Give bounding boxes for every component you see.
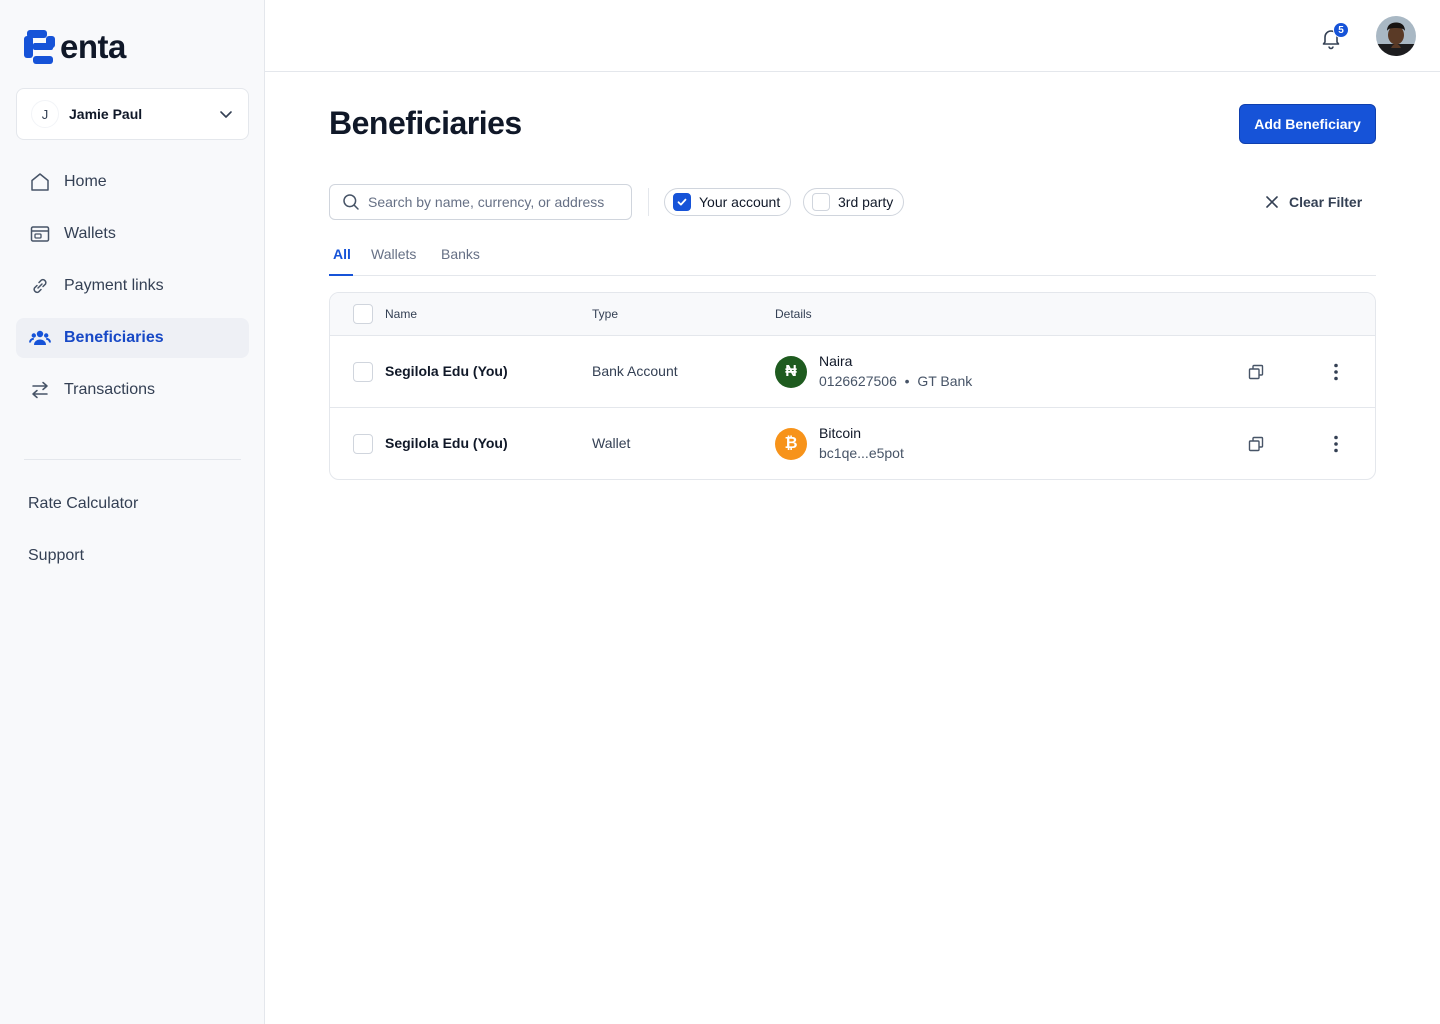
clear-filter-label: Clear Filter xyxy=(1289,194,1363,210)
sidebar-item-label: Home xyxy=(64,173,107,190)
table-row[interactable]: Segilola Edu (You) Wallet ₿ Bitcoin bc1q… xyxy=(330,408,1375,479)
beneficiary-name: Segilola Edu (You) xyxy=(385,363,508,379)
more-vertical-icon[interactable] xyxy=(1327,362,1345,382)
row-checkbox[interactable] xyxy=(353,434,373,454)
filter-label: 3rd party xyxy=(838,194,894,210)
top-bar: 5 xyxy=(265,0,1440,72)
column-header-name: Name xyxy=(385,307,418,321)
column-header-type: Type xyxy=(592,307,619,321)
brand-name: enta xyxy=(60,28,126,65)
search-input[interactable] xyxy=(368,194,618,210)
table-header: Name Type Details xyxy=(330,293,1375,336)
sidebar-item-wallets[interactable]: Wallets xyxy=(16,214,249,254)
tab-wallets[interactable]: Wallets xyxy=(371,240,416,276)
account-details: 0126627506 • GT Bank xyxy=(819,373,973,389)
currency-name: Bitcoin xyxy=(819,425,862,441)
page-title: Beneficiaries xyxy=(329,105,522,141)
table-row[interactable]: Segilola Edu (You) Bank Account ₦ Naira … xyxy=(330,336,1375,408)
filter-label: Your account xyxy=(699,194,781,210)
clear-filter-button[interactable]: Clear Filter xyxy=(1264,192,1362,212)
beneficiary-type: Wallet xyxy=(592,435,631,451)
more-vertical-icon[interactable] xyxy=(1327,434,1345,454)
sidebar-item-support[interactable]: Support xyxy=(28,536,138,576)
sidebar-item-rate-calculator[interactable]: Rate Calculator xyxy=(28,484,138,524)
beneficiary-type: Bank Account xyxy=(592,363,678,379)
copy-icon[interactable] xyxy=(1247,363,1265,381)
sidebar-item-payment-links[interactable]: Payment links xyxy=(16,266,249,306)
user-photo-icon xyxy=(1376,16,1416,56)
column-header-details: Details xyxy=(775,307,812,321)
sidebar-divider xyxy=(24,459,241,460)
copy-icon[interactable] xyxy=(1247,435,1265,453)
enta-logo-icon xyxy=(24,30,55,64)
sidebar: enta J Jamie Paul Home Wallets Payment l… xyxy=(0,0,265,1024)
checkbox-checked[interactable] xyxy=(673,193,691,211)
sidebar-item-beneficiaries[interactable]: Beneficiaries xyxy=(16,318,249,358)
sidebar-item-transactions[interactable]: Transactions xyxy=(16,370,249,410)
currency-name: Naira xyxy=(819,353,853,369)
brand-logo[interactable]: enta xyxy=(24,30,126,64)
account-name: Jamie Paul xyxy=(69,106,143,122)
wallet-address: bc1qe...e5pot xyxy=(819,445,904,461)
search-box[interactable] xyxy=(329,184,632,220)
beneficiary-name: Segilola Edu (You) xyxy=(385,435,508,451)
notification-badge: 5 xyxy=(1333,22,1349,38)
chevron-down-icon xyxy=(220,111,232,118)
account-avatar: J xyxy=(31,100,59,128)
tab-all[interactable]: All xyxy=(329,240,353,276)
secondary-nav: Rate Calculator Support xyxy=(28,484,138,588)
account-switcher[interactable]: J Jamie Paul xyxy=(16,88,249,140)
sidebar-item-home[interactable]: Home xyxy=(16,162,249,202)
check-icon xyxy=(677,198,687,206)
tab-bar: All Wallets Banks xyxy=(329,240,1376,276)
sidebar-item-label: Wallets xyxy=(64,225,116,242)
home-icon xyxy=(28,170,52,194)
naira-icon: ₦ xyxy=(775,356,807,388)
bitcoin-icon: ₿ xyxy=(775,428,807,460)
users-icon xyxy=(28,326,52,350)
checkbox-unchecked[interactable] xyxy=(812,193,830,211)
select-all-checkbox[interactable] xyxy=(353,304,373,324)
search-icon xyxy=(343,194,359,210)
sidebar-item-label: Beneficiaries xyxy=(64,329,164,346)
wallet-icon xyxy=(28,222,52,246)
sidebar-item-label: Payment links xyxy=(64,277,164,294)
row-checkbox[interactable] xyxy=(353,362,373,382)
filter-divider xyxy=(648,188,649,216)
transfer-icon xyxy=(28,378,52,402)
link-icon xyxy=(28,274,52,298)
main-nav: Home Wallets Payment links Beneficiaries… xyxy=(16,162,249,422)
close-icon xyxy=(1266,196,1278,208)
filter-your-account[interactable]: Your account xyxy=(664,188,792,216)
sidebar-item-label: Transactions xyxy=(64,381,155,398)
avatar[interactable] xyxy=(1376,16,1416,56)
filter-third-party[interactable]: 3rd party xyxy=(803,188,905,216)
beneficiaries-table: Name Type Details Segilola Edu (You) Ban… xyxy=(329,292,1376,480)
tab-banks[interactable]: Banks xyxy=(441,240,480,276)
add-beneficiary-button[interactable]: Add Beneficiary xyxy=(1239,104,1376,144)
